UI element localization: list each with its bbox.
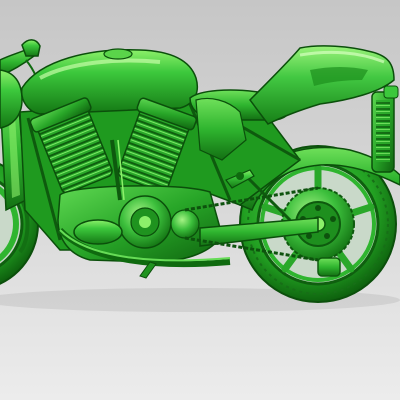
- rear-shock: [371, 85, 399, 173]
- motorcycle-model[interactable]: [0, 0, 400, 400]
- carburetor: [73, 219, 123, 245]
- engine-pulley: [170, 209, 200, 239]
- rear-brake-caliper: [317, 257, 341, 277]
- 3d-viewport[interactable]: [0, 0, 400, 400]
- fuel-tank: [20, 48, 199, 115]
- fuel-cap: [103, 48, 133, 60]
